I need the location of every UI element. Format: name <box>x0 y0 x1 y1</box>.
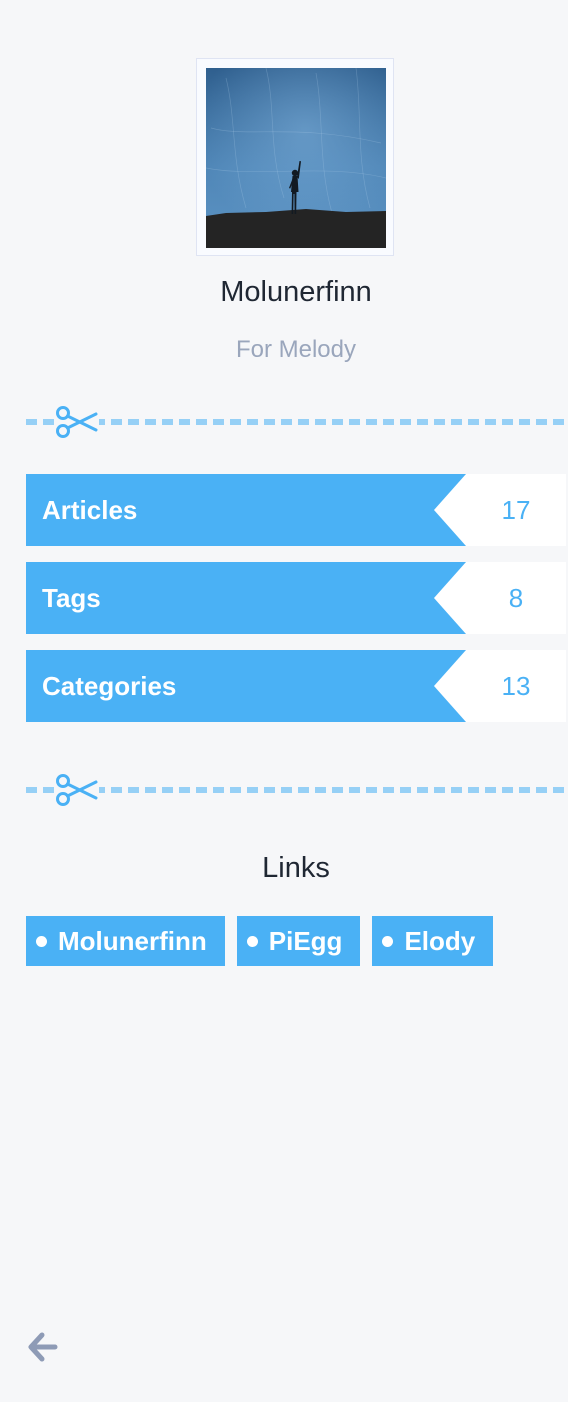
link-molunerfinn[interactable]: Molunerfinn <box>26 916 225 966</box>
author-subtitle: For Melody <box>235 336 357 363</box>
scissors-icon <box>55 405 99 439</box>
link-elody[interactable]: Elody <box>372 916 494 966</box>
stat-label: Categories <box>42 671 177 701</box>
scissors-icon <box>55 773 99 807</box>
arrow-left-icon <box>28 1332 58 1362</box>
back-button[interactable] <box>28 1330 58 1364</box>
dashed-divider <box>26 787 568 793</box>
links-title: Links <box>262 852 330 884</box>
avatar-frame <box>196 58 394 256</box>
avatar <box>206 68 386 248</box>
link-label: Molunerfinn <box>58 925 207 956</box>
stat-categories[interactable]: Categories 13 <box>26 650 566 722</box>
stat-articles[interactable]: Articles 17 <box>26 474 566 546</box>
links-list: Molunerfinn PiEgg Elody <box>26 916 494 966</box>
link-label: Elody <box>404 925 476 956</box>
dashed-divider <box>26 419 568 425</box>
author-name: Molunerfinn <box>220 276 372 308</box>
stat-count: 17 <box>501 495 531 525</box>
link-label: PiEgg <box>268 925 343 956</box>
bullet-icon <box>246 935 258 947</box>
stat-label: Tags <box>42 583 101 613</box>
stat-count: 13 <box>501 671 531 701</box>
stat-label: Articles <box>42 495 138 525</box>
stat-count: 8 <box>508 583 524 613</box>
bullet-icon <box>382 935 394 947</box>
bullet-icon <box>36 935 47 947</box>
link-piegg[interactable]: PiEgg <box>236 916 361 966</box>
stat-tags[interactable]: Tags 8 <box>26 562 566 634</box>
